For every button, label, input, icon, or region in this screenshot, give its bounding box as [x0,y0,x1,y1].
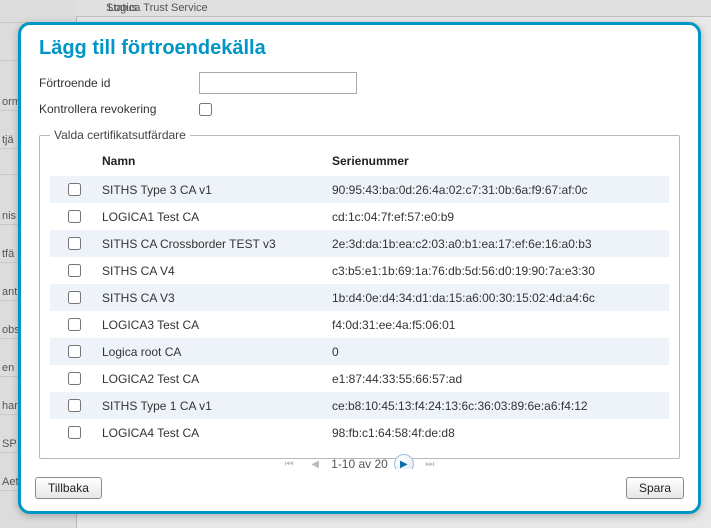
save-button[interactable]: Spara [626,477,684,499]
row-name: SITHS CA Crossborder TEST v3 [98,230,328,257]
dialog-footer: Tillbaka Spara [21,469,698,511]
row-serial: cd:1c:04:7f:ef:57:e0:b9 [328,203,669,230]
row-serial: 1b:d4:0e:d4:34:d1:da:15:a6:00:30:15:02:4… [328,284,669,311]
row-serial: 0 [328,338,669,365]
row-checkbox[interactable] [68,345,81,358]
table-header-row: Namn Serienummer [50,148,669,176]
col-header-serial: Serienummer [328,148,669,176]
table-row[interactable]: LOGICA3 Test CAf4:0d:31:ee:4a:f5:06:01 [50,311,669,338]
dialog-add-trust-source: Lägg till förtroendekälla Förtroende id … [18,22,701,514]
paginator-text: 1-10 av 20 [331,457,388,469]
issuers-fieldset: Valda certifikatsutfärdare Namn Serienum… [39,128,680,459]
row-name: LOGICA3 Test CA [98,311,328,338]
row-checkbox-cell [50,203,98,230]
row-checkbox-cell [50,257,98,284]
table-row[interactable]: LOGICA2 Test CAe1:87:44:33:55:66:57:ad [50,365,669,392]
row-name: SITHS CA V4 [98,257,328,284]
revoke-label: Kontrollera revokering [39,102,199,116]
table-row[interactable]: LOGICA4 Test CA98:fb:c1:64:58:4f:de:d8 [50,419,669,446]
row-checkbox-cell [50,419,98,446]
row-name: Logica root CA [98,338,328,365]
row-name: LOGICA2 Test CA [98,365,328,392]
row-serial: c3:b5:e1:1b:69:1a:76:db:5d:56:d0:19:90:7… [328,257,669,284]
table-row[interactable]: Logica root CA0 [50,338,669,365]
row-serial: 98:fb:c1:64:58:4f:de:d8 [328,419,669,446]
table-row[interactable]: SITHS CA V31b:d4:0e:d4:34:d1:da:15:a6:00… [50,284,669,311]
row-serial: 90:95:43:ba:0d:26:4a:02:c7:31:0b:6a:f9:6… [328,176,669,203]
table-row[interactable]: SITHS CA Crossborder TEST v32e:3d:da:1b:… [50,230,669,257]
row-checkbox[interactable] [68,372,81,385]
row-checkbox-cell [50,365,98,392]
table-row[interactable]: LOGICA1 Test CAcd:1c:04:7f:ef:57:e0:b9 [50,203,669,230]
table-row[interactable]: SITHS Type 1 CA v1ce:b8:10:45:13:f4:24:1… [50,392,669,419]
page-first-icon: ⏮ [279,454,299,469]
issuers-table: Namn Serienummer SITHS Type 3 CA v190:95… [50,148,669,446]
table-row[interactable]: SITHS Type 3 CA v190:95:43:ba:0d:26:4a:0… [50,176,669,203]
row-checkbox-cell [50,311,98,338]
trust-id-input[interactable] [199,72,357,94]
row-serial: f4:0d:31:ee:4a:f5:06:01 [328,311,669,338]
col-header-name: Namn [98,148,328,176]
bg-header-value: Logica Trust Service [108,2,208,14]
row-checkbox-cell [50,176,98,203]
revoke-checkbox[interactable] [199,103,212,116]
paginator: ⏮ ◀ 1-10 av 20 ▶ ⏭ [50,446,669,469]
row-checkbox[interactable] [68,210,81,223]
col-header-select [50,148,98,176]
row-name: SITHS CA V3 [98,284,328,311]
table-row[interactable]: SITHS CA V4c3:b5:e1:1b:69:1a:76:db:5d:56… [50,257,669,284]
page-last-icon: ⏭ [420,454,440,469]
form-row-revoke: Kontrollera revokering [39,102,680,116]
row-serial: ce:b8:10:45:13:f4:24:13:6c:36:03:89:6e:a… [328,392,669,419]
form-row-trust-id: Förtroende id [39,72,680,94]
row-name: SITHS Type 1 CA v1 [98,392,328,419]
issuers-legend: Valda certifikatsutfärdare [50,128,190,142]
row-name: LOGICA4 Test CA [98,419,328,446]
back-button[interactable]: Tillbaka [35,477,102,499]
row-checkbox[interactable] [68,291,81,304]
row-checkbox[interactable] [68,183,81,196]
page-next-icon[interactable]: ▶ [394,454,414,469]
page-prev-icon: ◀ [305,454,325,469]
dialog-title: Lägg till förtroendekälla [21,25,698,68]
row-serial: e1:87:44:33:55:66:57:ad [328,365,669,392]
row-checkbox[interactable] [68,318,81,331]
row-checkbox-cell [50,284,98,311]
row-checkbox-cell [50,338,98,365]
row-name: SITHS Type 3 CA v1 [98,176,328,203]
row-checkbox-cell [50,392,98,419]
row-checkbox-cell [50,230,98,257]
row-checkbox[interactable] [68,399,81,412]
row-checkbox[interactable] [68,264,81,277]
row-checkbox[interactable] [68,426,81,439]
row-serial: 2e:3d:da:1b:ea:c2:03:a0:b1:ea:17:ef:6e:1… [328,230,669,257]
trust-id-label: Förtroende id [39,76,199,90]
dialog-body: Förtroende id Kontrollera revokering Val… [21,68,698,469]
row-name: LOGICA1 Test CA [98,203,328,230]
row-checkbox[interactable] [68,237,81,250]
